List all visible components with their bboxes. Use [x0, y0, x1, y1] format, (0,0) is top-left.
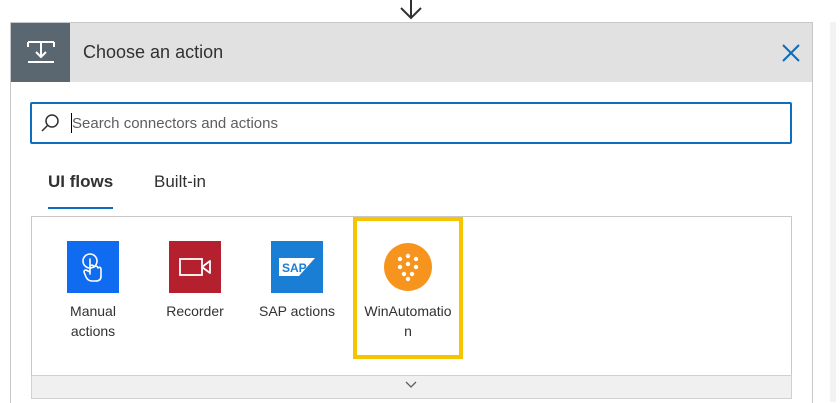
- search-input[interactable]: [70, 104, 772, 142]
- item-label: WinAutomation: [364, 303, 452, 339]
- item-label: Manual actions: [70, 303, 116, 339]
- tab-label: UI flows: [48, 172, 114, 191]
- chevron-down-icon: [405, 381, 417, 388]
- item-recorder[interactable]: Recorder: [149, 241, 241, 321]
- action-icon: [11, 23, 70, 82]
- svg-text:SAP: SAP: [282, 261, 307, 275]
- winautomation-icon: [382, 241, 434, 293]
- actions-grid: Manual actions Recorder SAP SAP actions …: [31, 216, 792, 376]
- touch-icon: [67, 241, 119, 293]
- tab-ui-flows[interactable]: UI flows: [48, 163, 114, 209]
- tab-built-in[interactable]: Built-in: [154, 163, 206, 209]
- panel-header: Choose an action: [11, 23, 812, 82]
- item-manual-actions[interactable]: Manual actions: [47, 241, 139, 341]
- active-tab-indicator: [48, 207, 114, 209]
- item-label: Recorder: [166, 303, 224, 319]
- item-winautomation[interactable]: WinAutomation: [353, 241, 463, 341]
- arrow-down-icon: [400, 0, 422, 20]
- text-caret: [71, 113, 72, 133]
- panel-title: Choose an action: [83, 42, 224, 62]
- video-camera-icon: [169, 241, 221, 293]
- search-icon: [41, 114, 59, 132]
- sap-logo-icon: SAP: [271, 241, 323, 293]
- canvas: Choose an action UI flows Built-in: [0, 0, 840, 403]
- scrollbar[interactable]: [830, 22, 836, 402]
- search-box[interactable]: [30, 102, 792, 144]
- item-sap-actions[interactable]: SAP SAP actions: [251, 241, 343, 321]
- close-icon[interactable]: [780, 42, 802, 64]
- expand-bar[interactable]: [31, 375, 792, 399]
- item-label: SAP actions: [258, 303, 335, 319]
- tab-label: Built-in: [154, 172, 206, 191]
- choose-action-panel: Choose an action UI flows Built-in: [10, 22, 813, 403]
